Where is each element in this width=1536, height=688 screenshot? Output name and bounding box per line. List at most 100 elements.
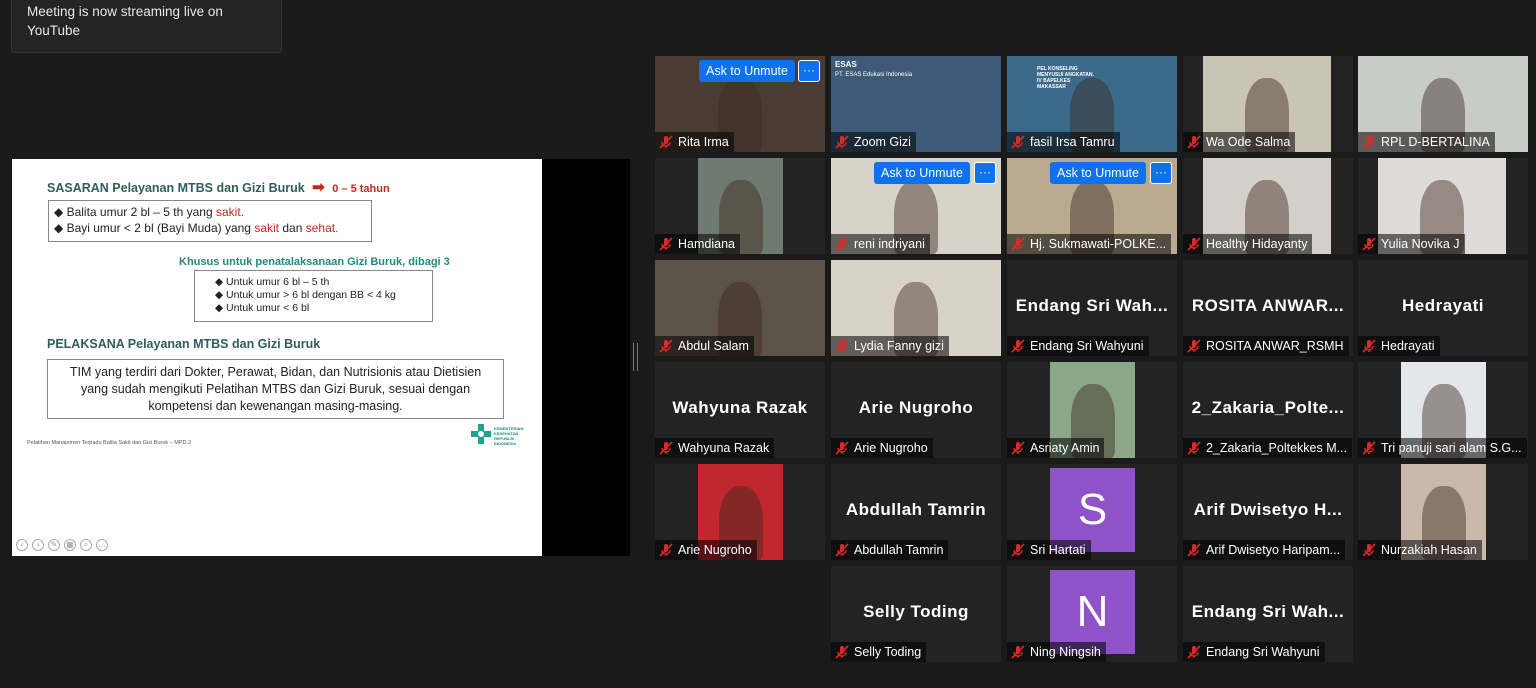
- participant-tile[interactable]: Abdullah Tamrin Abdullah Tamrin: [831, 464, 1001, 560]
- participant-name-bar: Tri panuji sari alam S.G...: [1358, 438, 1527, 458]
- participant-tile[interactable]: Endang Sri Wah... Endang Sri Wahyuni: [1183, 566, 1353, 662]
- slide-heading-pelaksana: PELAKSANA Pelayanan MTBS dan Gizi Buruk: [47, 337, 321, 351]
- live-stream-notification: Meeting is now streaming live on YouTube: [11, 0, 282, 53]
- participant-tile[interactable]: Ask to Unmute ··· Hj. Sukmawati-POLKE...: [1007, 158, 1177, 254]
- participant-name-bar: Asriaty Amin: [1007, 438, 1105, 458]
- participant-tile[interactable]: Asriaty Amin: [1007, 362, 1177, 458]
- participant-name: Selly Toding: [854, 645, 922, 659]
- participant-tile[interactable]: N Ning Ningsih: [1007, 566, 1177, 662]
- muted-mic-icon: [1187, 543, 1201, 557]
- muted-mic-icon: [659, 441, 673, 455]
- participant-name-bar: Yulia Novika J: [1358, 234, 1465, 254]
- participant-display-name: Endang Sri Wah...: [1191, 602, 1345, 621]
- participant-tile[interactable]: Ask to Unmute ··· reni indriyani: [831, 158, 1001, 254]
- participant-name-bar: Endang Sri Wahyuni: [1007, 336, 1149, 356]
- participant-tile[interactable]: Yulia Novika J: [1358, 158, 1528, 254]
- participant-name-bar: Hamdiana: [655, 234, 740, 254]
- shared-screen[interactable]: SASARAN Pelayanan MTBS dan Gizi Buruk ➡ …: [12, 159, 630, 556]
- participant-tile[interactable]: Lydia Fanny gizi: [831, 260, 1001, 356]
- participant-name: Ning Ningsih: [1030, 645, 1101, 659]
- ministry-logo-icon: [471, 424, 491, 444]
- more-options-button[interactable]: ···: [1150, 162, 1172, 184]
- more-options-icon[interactable]: …: [96, 539, 108, 551]
- participant-display-name: Endang Sri Wah...: [1015, 296, 1169, 315]
- participant-name-bar: Wa Ode Salma: [1183, 132, 1296, 152]
- participant-tile[interactable]: S Sri Hartati: [1007, 464, 1177, 560]
- slide-controls[interactable]: ‹ › ✎ ▦ ⌕ …: [16, 539, 108, 551]
- muted-mic-icon: [1187, 339, 1201, 353]
- participant-name-bar: ROSITA ANWAR_RSMH: [1183, 336, 1349, 356]
- participant-name-bar: Lydia Fanny gizi: [831, 336, 949, 356]
- next-slide-icon[interactable]: ›: [32, 539, 44, 551]
- ask-to-unmute-button[interactable]: Ask to Unmute: [874, 162, 970, 184]
- muted-mic-icon: [1187, 237, 1201, 251]
- participant-name: Abdullah Tamrin: [854, 543, 944, 557]
- participant-tile[interactable]: Hedrayati Hedrayati: [1358, 260, 1528, 356]
- participant-name: Wahyuna Razak: [678, 441, 770, 455]
- zoom-icon[interactable]: ⌕: [80, 539, 92, 551]
- slides-icon[interactable]: ▦: [64, 539, 76, 551]
- participant-tile[interactable]: Wa Ode Salma: [1183, 56, 1353, 152]
- more-options-button[interactable]: ···: [798, 60, 820, 82]
- participant-display-name: Arif Dwisetyo H...: [1193, 500, 1343, 519]
- presentation-slide: SASARAN Pelayanan MTBS dan Gizi Buruk ➡ …: [12, 159, 542, 556]
- participant-name: Yulia Novika J: [1381, 237, 1460, 251]
- participant-tile[interactable]: PEL KONSELING MENYUSUI ANGKATAN. IV BAPE…: [1007, 56, 1177, 152]
- muted-mic-icon: [659, 339, 673, 353]
- slide-target-box: ◆ Balita umur 2 bl – 5 th yang sakit. ◆ …: [48, 200, 372, 242]
- participant-tile[interactable]: ESAS PT. ESAS Edukasi Indonesia Zoom Gizi: [831, 56, 1001, 152]
- participant-display-name: Selly Toding: [863, 602, 969, 621]
- resize-handle[interactable]: [633, 343, 638, 371]
- participant-name-bar: 2_Zakaria_Poltekkes M...: [1183, 438, 1353, 458]
- participant-tile[interactable]: Ask to Unmute ··· Rita Irma: [655, 56, 825, 152]
- background-banner: PEL KONSELING MENYUSUI ANGKATAN. IV BAPE…: [1037, 66, 1094, 90]
- participant-tile[interactable]: Nurzakiah Hasan: [1358, 464, 1528, 560]
- participant-tile[interactable]: Hamdiana: [655, 158, 825, 254]
- ask-to-unmute-button[interactable]: Ask to Unmute: [1050, 162, 1146, 184]
- ministry-logo: KEMENTERIAN KESEHATAN REPUBLIK INDONESIA: [470, 422, 526, 446]
- notification-text: Meeting is now streaming live on YouTube: [27, 4, 223, 38]
- screen-share-subtitle: PT. ESAS Edukasi Indonesia: [835, 72, 913, 78]
- participant-tile[interactable]: Endang Sri Wah... Endang Sri Wahyuni: [1007, 260, 1177, 356]
- muted-mic-icon: [835, 441, 849, 455]
- participant-tile[interactable]: 2_Zakaria_Polte... 2_Zakaria_Poltekkes M.…: [1183, 362, 1353, 458]
- slide-subheading: Khusus untuk penatalaksanaan Gizi Buruk,…: [179, 256, 450, 268]
- participant-tile[interactable]: ROSITA ANWAR... ROSITA ANWAR_RSMH: [1183, 260, 1353, 356]
- participant-name-bar: Wahyuna Razak: [655, 438, 775, 458]
- participant-name: Abdul Salam: [678, 339, 749, 353]
- muted-mic-icon: [835, 339, 849, 353]
- slide-team-box: TIM yang terdiri dari Dokter, Perawat, B…: [47, 359, 504, 419]
- participant-name: Arie Nugroho: [854, 441, 928, 455]
- participant-name-bar: Nurzakiah Hasan: [1358, 540, 1482, 560]
- participant-name: ROSITA ANWAR_RSMH: [1206, 339, 1344, 353]
- ask-to-unmute-button[interactable]: Ask to Unmute: [699, 60, 795, 82]
- participant-tile[interactable]: Arif Dwisetyo H... Arif Dwisetyo Haripam.…: [1183, 464, 1353, 560]
- participant-name-bar: Endang Sri Wahyuni: [1183, 642, 1325, 662]
- participant-tile[interactable]: Wahyuna Razak Wahyuna Razak: [655, 362, 825, 458]
- muted-mic-icon: [1011, 645, 1025, 659]
- muted-mic-icon: [659, 237, 673, 251]
- participant-display-name: Abdullah Tamrin: [845, 500, 987, 519]
- participant-name-bar: Healthy Hidayanty: [1183, 234, 1313, 254]
- participant-name-bar: Arie Nugroho: [831, 438, 933, 458]
- participant-tile[interactable]: Arie Nugroho Arie Nugroho: [831, 362, 1001, 458]
- participant-tile[interactable]: Abdul Salam: [655, 260, 825, 356]
- muted-mic-icon: [1187, 135, 1201, 149]
- muted-mic-icon: [835, 237, 849, 251]
- participant-name: 2_Zakaria_Poltekkes M...: [1206, 441, 1348, 455]
- more-options-button[interactable]: ···: [974, 162, 996, 184]
- participant-name-bar: Arie Nugroho: [655, 540, 757, 560]
- prev-slide-icon[interactable]: ‹: [16, 539, 28, 551]
- participant-tile[interactable]: Arie Nugroho: [655, 464, 825, 560]
- participant-tile[interactable]: RPL D-BERTALINA: [1358, 56, 1528, 152]
- pen-icon[interactable]: ✎: [48, 539, 60, 551]
- muted-mic-icon: [1011, 135, 1025, 149]
- participant-name: Endang Sri Wahyuni: [1206, 645, 1320, 659]
- slide-malnutrition-box: ◆ Untuk umur 6 bl – 5 th ◆ Untuk umur > …: [194, 270, 433, 322]
- participant-name: Hedrayati: [1381, 339, 1435, 353]
- participant-tile[interactable]: Healthy Hidayanty: [1183, 158, 1353, 254]
- participant-name: reni indriyani: [854, 237, 925, 251]
- participant-tile[interactable]: Selly Toding Selly Toding: [831, 566, 1001, 662]
- participant-tile[interactable]: Tri panuji sari alam S.G...: [1358, 362, 1528, 458]
- muted-mic-icon: [835, 135, 849, 149]
